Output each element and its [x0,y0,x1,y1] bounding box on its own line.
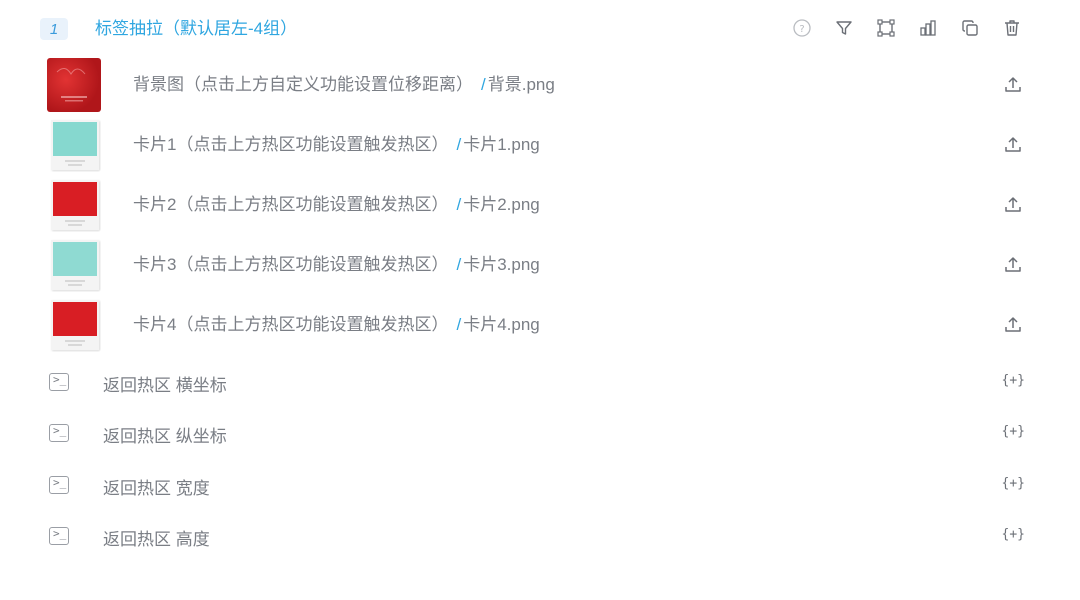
var-item-x: >_ 返回热区 横坐标 {+} [49,369,1029,399]
thumbnail-card-2[interactable] [47,178,101,232]
image-item-card-1: 卡片1（点击上方热区功能设置触发热区） / 卡片1.png [47,118,1037,174]
upload-icon[interactable] [1001,253,1025,277]
var-item-y: >_ 返回热区 纵坐标 {+} [49,420,1029,450]
var-item-label: 返回热区 横坐标 [103,376,227,395]
image-item-label: 背景图（点击上方自定义功能设置位移距离） / 背景.png [133,75,555,94]
section-header: 1 标签抽拉（默认居左-4组） ? [40,14,1040,46]
image-item-label: 卡片2（点击上方热区功能设置触发热区） / 卡片2.png [133,195,540,214]
delete-icon[interactable] [1000,16,1024,40]
var-item-label: 返回热区 宽度 [103,479,210,498]
crop-icon[interactable] [874,16,898,40]
image-item-card-4: 卡片4（点击上方热区功能设置触发热区） / 卡片4.png [47,298,1037,354]
terminal-icon: >_ [49,527,69,545]
copy-icon[interactable] [958,16,982,40]
image-item-card-2: 卡片2（点击上方热区功能设置触发热区） / 卡片2.png [47,178,1037,234]
thumbnail-card-1[interactable] [47,118,101,172]
var-item-label: 返回热区 高度 [103,530,210,549]
image-item-label: 卡片4（点击上方热区功能设置触发热区） / 卡片4.png [133,315,540,334]
thumbnail-card-4[interactable] [47,298,101,352]
terminal-icon: >_ [49,476,69,494]
chart-icon[interactable] [916,16,940,40]
upload-icon[interactable] [1001,73,1025,97]
thumbnail-card-3[interactable] [47,238,101,292]
filter-icon[interactable] [832,16,856,40]
svg-text:?: ? [799,24,804,35]
var-item-width: >_ 返回热区 宽度 {+} [49,472,1029,502]
insert-variable-button[interactable]: {+} [1002,373,1025,388]
terminal-icon: >_ [49,373,69,391]
image-item-label: 卡片1（点击上方热区功能设置触发热区） / 卡片1.png [133,135,540,154]
terminal-icon: >_ [49,424,69,442]
thumbnail-background[interactable] [47,58,101,112]
toolbar: ? [790,16,1024,40]
section-title: 标签抽拉（默认居左-4组） [95,19,298,38]
upload-icon[interactable] [1001,193,1025,217]
var-item-height: >_ 返回热区 高度 {+} [49,523,1029,553]
insert-variable-button[interactable]: {+} [1002,476,1025,491]
help-icon[interactable]: ? [790,16,814,40]
section-index-badge: 1 [40,18,68,40]
upload-icon[interactable] [1001,313,1025,337]
image-item-background: 背景图（点击上方自定义功能设置位移距离） / 背景.png [47,58,1037,114]
image-item-label: 卡片3（点击上方热区功能设置触发热区） / 卡片3.png [133,255,540,274]
insert-variable-button[interactable]: {+} [1002,527,1025,542]
insert-variable-button[interactable]: {+} [1002,424,1025,439]
var-item-label: 返回热区 纵坐标 [103,427,227,446]
upload-icon[interactable] [1001,133,1025,157]
image-item-card-3: 卡片3（点击上方热区功能设置触发热区） / 卡片3.png [47,238,1037,294]
